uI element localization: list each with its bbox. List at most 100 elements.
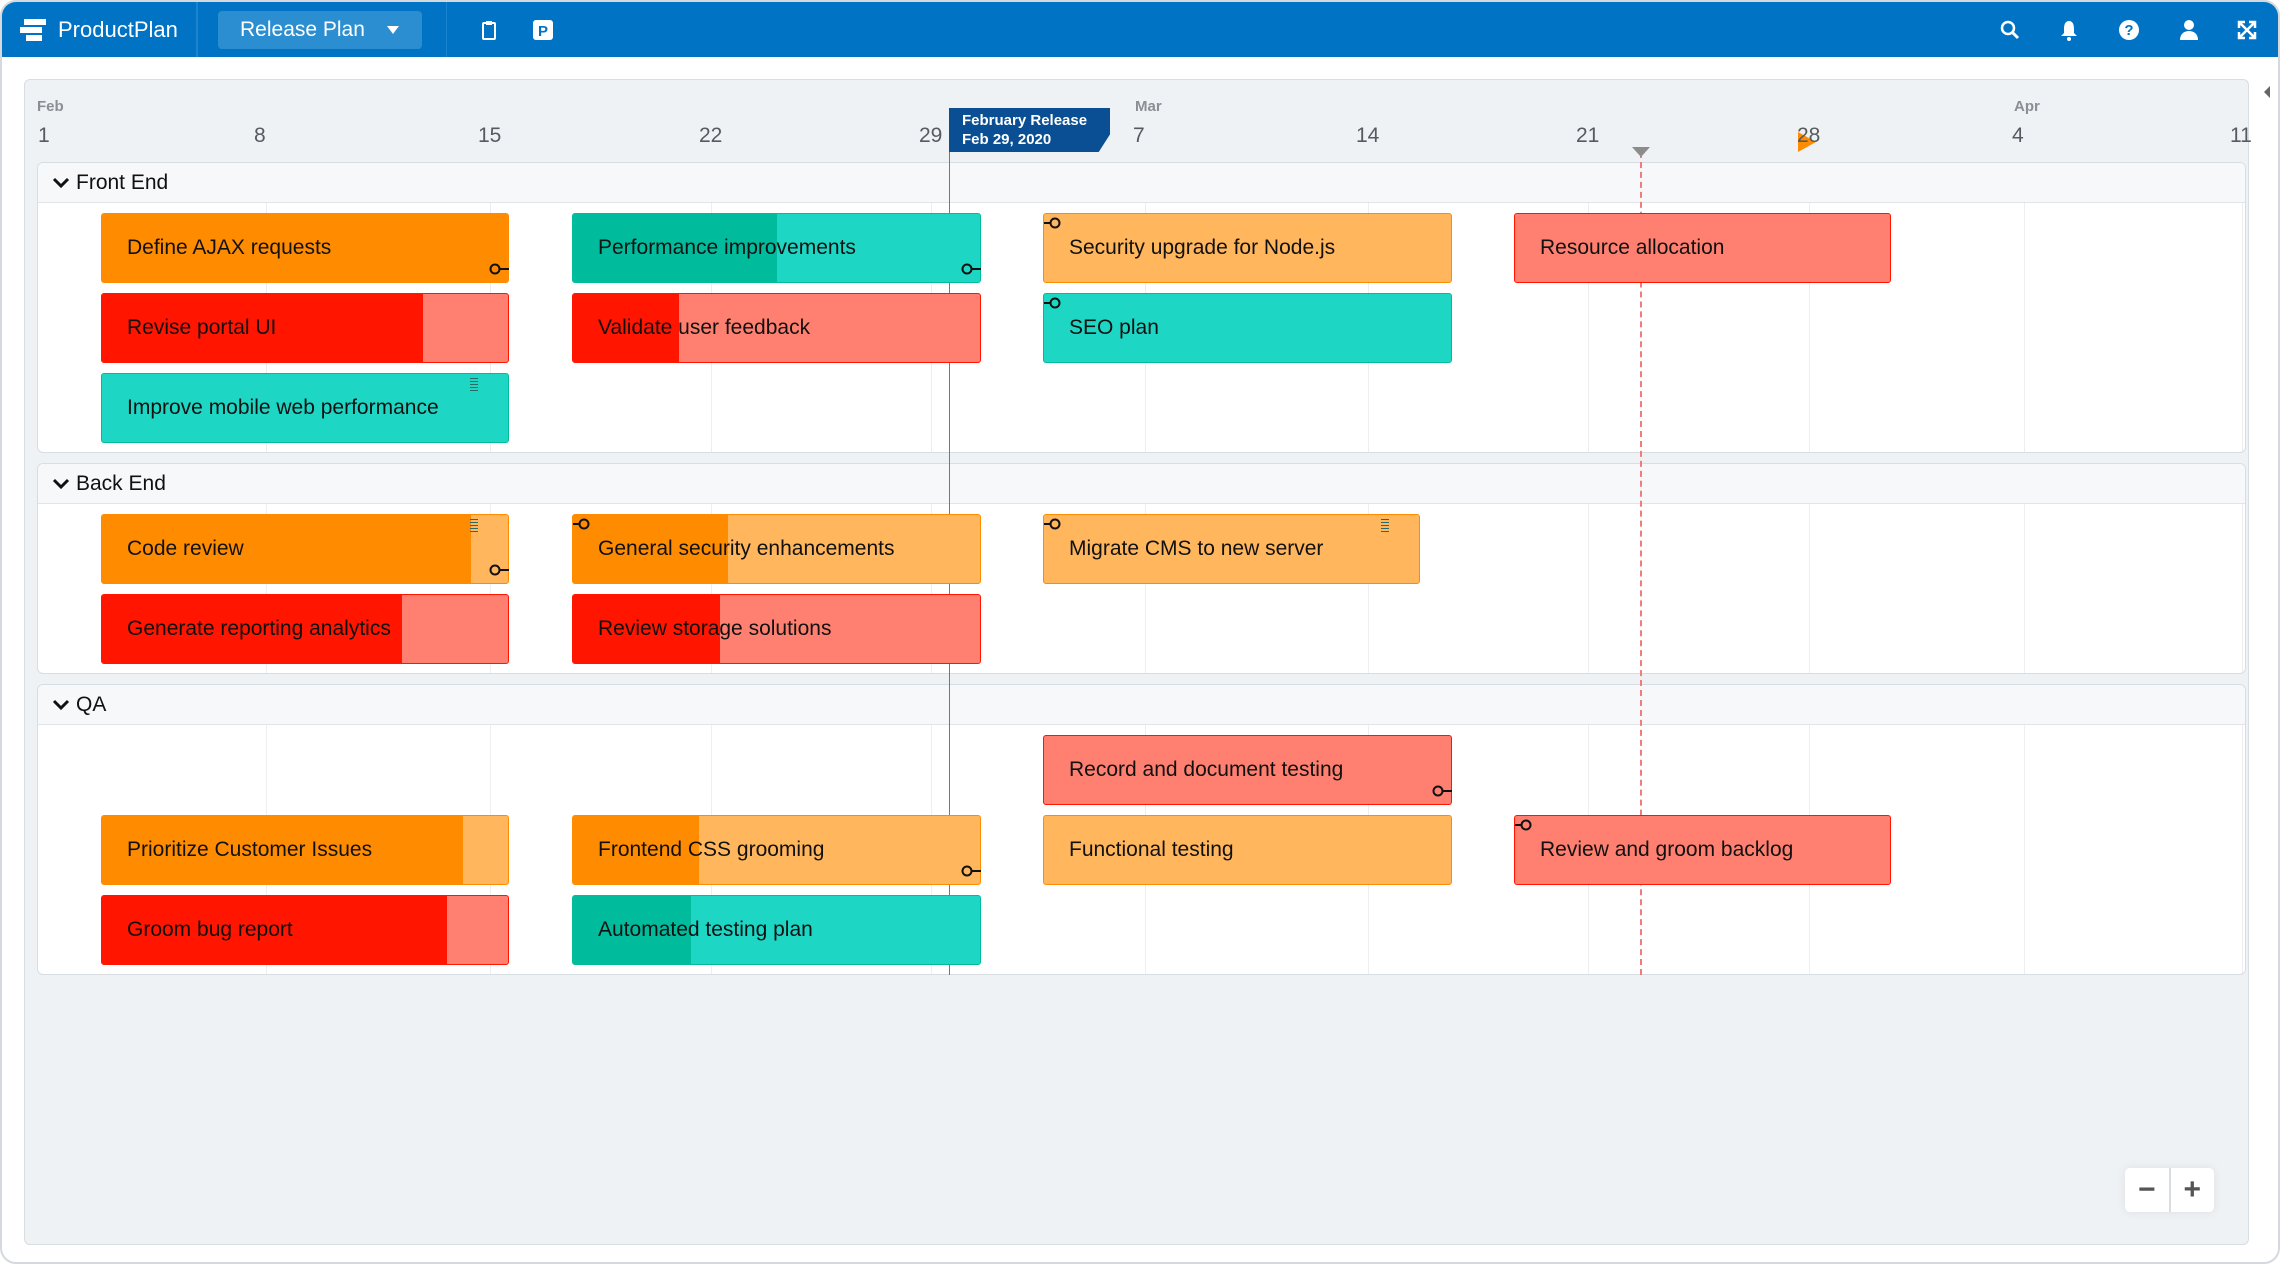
month-label: Apr [2014, 98, 2040, 115]
drag-handle-icon[interactable] [470, 519, 478, 533]
bar-label: Security upgrade for Node.js [1069, 236, 1336, 259]
month-label: Mar [1135, 98, 1162, 115]
gridline [2024, 725, 2025, 974]
roadmap-bar[interactable]: Security upgrade for Node.js [1043, 213, 1452, 283]
gridline [1588, 504, 1589, 673]
svg-text:P: P [538, 23, 548, 40]
bar-label: Groom bug report [127, 918, 293, 941]
chevron-down-icon[interactable] [52, 478, 70, 490]
roadmap-bar[interactable]: Record and document testing [1043, 735, 1452, 805]
release-date: Feb 29, 2020 [962, 131, 1052, 148]
lane-header[interactable]: QA [38, 685, 2245, 725]
bar-label: Review and groom backlog [1540, 838, 1794, 861]
help-icon[interactable]: ? [2116, 17, 2142, 43]
plan-selector-label: Release Plan [240, 18, 365, 41]
bar-label: Frontend CSS grooming [598, 838, 825, 861]
gridline [1809, 504, 1810, 673]
roadmap-bar[interactable]: SEO plan [1043, 293, 1452, 363]
date-tick: 28 [1797, 124, 1821, 147]
release-name: February Release [962, 112, 1088, 129]
dependency-connector-icon[interactable] [489, 263, 509, 275]
date-tick: 22 [699, 124, 723, 147]
roadmap-bar[interactable]: Improve mobile web performance [101, 373, 509, 443]
svg-text:?: ? [2124, 22, 2133, 39]
release-milestone[interactable]: February Release Feb 29, 2020 [949, 108, 1110, 152]
bar-label: Record and document testing [1069, 758, 1344, 781]
drag-handle-icon[interactable] [470, 378, 478, 392]
bar-label: Migrate CMS to new server [1069, 537, 1324, 560]
date-tick: 29 [919, 124, 943, 147]
date-tick: 21 [1576, 124, 1600, 147]
date-tick: 15 [478, 124, 502, 147]
dependency-connector-icon[interactable] [489, 564, 509, 576]
logo[interactable]: ProductPlan [20, 2, 197, 57]
bar-label: Performance improvements [598, 236, 856, 259]
lane-title: QA [76, 692, 107, 716]
dependency-connector-icon[interactable] [961, 865, 981, 877]
search-icon[interactable] [1997, 17, 2023, 43]
app-name: ProductPlan [58, 16, 178, 42]
roadmap-bar[interactable]: Groom bug report [101, 895, 509, 965]
roadmap-bar[interactable]: Automated testing plan [572, 895, 981, 965]
dependency-connector-icon[interactable] [1044, 297, 1064, 309]
roadmap-bar[interactable]: Review and groom backlog [1514, 815, 1891, 885]
dependency-connector-icon[interactable] [1044, 217, 1064, 229]
bar-label: General security enhancements [598, 537, 895, 560]
dependency-connector-icon[interactable] [1044, 518, 1064, 530]
plan-selector[interactable]: Release Plan [218, 11, 422, 49]
roadmap-bar[interactable]: Revise portal UI [101, 293, 509, 363]
dependency-connector-icon[interactable] [1515, 819, 1535, 831]
roadmap-bar[interactable]: Resource allocation [1514, 213, 1891, 283]
roadmap-bar[interactable]: Prioritize Customer Issues [101, 815, 509, 885]
dependency-connector-icon[interactable] [961, 263, 981, 275]
dependency-connector-icon[interactable] [573, 518, 593, 530]
fullscreen-icon[interactable] [2234, 17, 2260, 43]
roadmap-bar[interactable]: Review storage solutions [572, 594, 981, 664]
bar-label: Code review [127, 537, 244, 560]
chevron-down-icon[interactable] [52, 177, 70, 189]
date-tick: 1 [38, 124, 50, 147]
month-label: Feb [37, 98, 64, 115]
drag-handle-icon[interactable] [1381, 519, 1389, 533]
roadmap-bar[interactable]: Performance improvements [572, 213, 981, 283]
bar-label: Functional testing [1069, 838, 1234, 861]
gridline [2242, 725, 2243, 974]
clipboard-icon[interactable] [476, 17, 502, 43]
roadmap-bar[interactable]: Code review [101, 514, 509, 584]
lane-header[interactable]: Front End [38, 163, 2245, 203]
bar-label: Define AJAX requests [127, 236, 332, 259]
dependency-connector-icon[interactable] [1432, 785, 1452, 797]
bar-label: Resource allocation [1540, 236, 1725, 259]
bar-label: Automated testing plan [598, 918, 813, 941]
bell-icon[interactable] [2056, 17, 2082, 43]
gridline [2024, 504, 2025, 673]
top-bar: ProductPlan Release Plan P ? [2, 2, 2278, 57]
roadmap-bar[interactable]: Generate reporting analytics [101, 594, 509, 664]
bar-label: Improve mobile web performance [127, 396, 439, 419]
roadmap-bar[interactable]: Validate user feedback [572, 293, 981, 363]
zoom-in-button[interactable]: + [2171, 1168, 2215, 1212]
date-tick: 11 [2230, 124, 2252, 147]
gridline [2242, 504, 2243, 673]
parking-p-icon[interactable]: P [530, 17, 556, 43]
date-tick: 8 [254, 124, 266, 147]
roadmap-bar[interactable]: Frontend CSS grooming [572, 815, 981, 885]
gridline [2024, 203, 2025, 452]
today-marker-icon[interactable] [1632, 147, 1650, 157]
date-tick: 4 [2012, 124, 2024, 147]
zoom-controls: − + [2125, 1168, 2214, 1212]
date-tick: 7 [1133, 124, 1145, 147]
collapse-panel-icon[interactable] [2264, 86, 2270, 98]
roadmap-bar[interactable]: Define AJAX requests [101, 213, 509, 283]
gridline [2242, 203, 2243, 452]
roadmap-bar[interactable]: General security enhancements [572, 514, 981, 584]
bar-label: Review storage solutions [598, 617, 832, 640]
roadmap-bar[interactable]: Migrate CMS to new server [1043, 514, 1420, 584]
lane-header[interactable]: Back End [38, 464, 2245, 504]
date-tick: 14 [1356, 124, 1380, 147]
zoom-out-button[interactable]: − [2125, 1168, 2171, 1212]
roadmap-bar[interactable]: Functional testing [1043, 815, 1452, 885]
bar-label: Generate reporting analytics [127, 617, 391, 640]
chevron-down-icon[interactable] [52, 699, 70, 711]
user-icon[interactable] [2176, 17, 2202, 43]
